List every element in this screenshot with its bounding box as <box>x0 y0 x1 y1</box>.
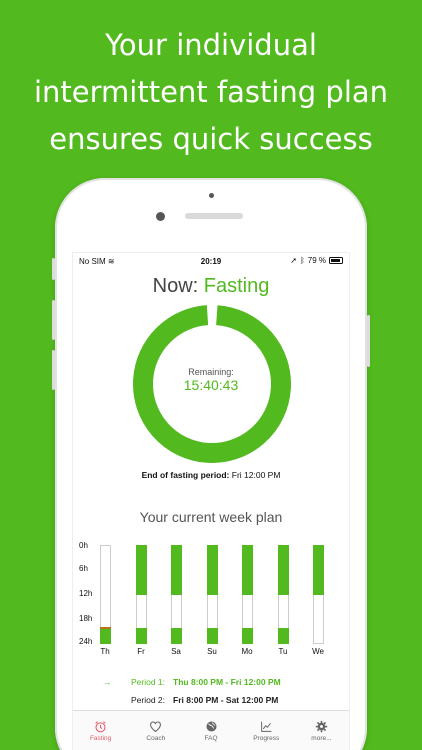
headline-line-3: ensures quick success <box>49 122 373 156</box>
remaining-time: 15:40:43 <box>183 377 239 393</box>
day-bar-tu <box>278 545 289 644</box>
phone-camera <box>209 193 214 198</box>
tab-faq[interactable]: FAQ <box>183 711 238 750</box>
y-label-18h: 18h <box>79 614 93 623</box>
fasting-segment <box>278 545 289 595</box>
day-label-fr: Fr <box>137 647 145 656</box>
fasting-segment <box>171 628 182 644</box>
location-icon: ➚ <box>290 256 297 265</box>
day-bar-su <box>207 545 218 644</box>
tab-progress-label: Progress <box>253 734 280 742</box>
phone-speaker <box>185 213 243 219</box>
battery-icon <box>329 257 343 264</box>
day-label-su: Su <box>207 647 217 656</box>
headline-line-1: Your individual <box>105 28 317 62</box>
alarm-clock-icon <box>95 720 106 732</box>
fasting-status-title: Now: Fasting <box>73 275 349 298</box>
day-bar-fr <box>136 545 147 644</box>
status-bar: No SIM ≋ 20:19 ➚ ᛒ 79 % <box>73 253 349 269</box>
y-label-6h: 6h <box>79 564 88 573</box>
tab-coach-label: Coach <box>146 734 166 742</box>
now-prefix: Now: <box>152 275 199 297</box>
phone-power-button <box>367 315 370 367</box>
fasting-segment <box>136 545 147 595</box>
fasting-segment <box>242 628 253 644</box>
app-screen: No SIM ≋ 20:19 ➚ ᛒ 79 % Now: Fasting Rem… <box>72 252 350 750</box>
period-1-label: Period 1: <box>131 677 166 687</box>
period-1-value: Thu 8:00 PM - Fri 12:00 PM <box>173 677 281 687</box>
period-2-value: Fri 8:00 PM - Sat 12:00 PM <box>173 695 279 705</box>
end-period-value: Fri 12:00 PM <box>231 470 281 480</box>
tab-fasting[interactable]: Fasting <box>73 711 128 750</box>
status-right: ➚ ᛒ 79 % <box>290 256 343 265</box>
heart-icon <box>150 721 162 732</box>
phone-volume-down <box>52 350 55 390</box>
bluetooth-icon: ᛒ <box>299 256 305 265</box>
headline: Your individual intermittent fasting pla… <box>0 22 422 163</box>
fasting-segment <box>207 628 218 644</box>
globe-icon <box>205 720 217 732</box>
tab-bar: Fasting Coach FAQ Progress more... <box>73 710 349 750</box>
tab-progress[interactable]: Progress <box>239 711 294 750</box>
fasting-segment <box>171 545 182 595</box>
tab-more[interactable]: more... <box>294 711 349 750</box>
week-plan-title: Your current week plan <box>139 509 283 525</box>
period-2-label: Period 2: <box>131 695 166 705</box>
tab-coach[interactable]: Coach <box>128 711 183 750</box>
fasting-segment <box>100 628 111 644</box>
day-label-tu: Tu <box>278 647 288 656</box>
headline-line-2: intermittent fasting plan <box>33 75 389 109</box>
day-bar-sa <box>171 545 182 644</box>
tab-faq-label: FAQ <box>204 734 218 742</box>
day-label-we: We <box>312 647 324 656</box>
now-state: Fasting <box>203 275 270 297</box>
day-bar-mo <box>242 545 253 644</box>
phone-volume-up <box>52 300 55 340</box>
day-label-sa: Sa <box>171 647 181 656</box>
remaining-label: Remaining: <box>188 367 234 377</box>
phone-mute-switch <box>52 258 55 280</box>
current-time-marker <box>100 627 111 629</box>
fasting-segment <box>136 628 147 644</box>
fasting-segment <box>242 545 253 595</box>
y-label-0h: 0h <box>79 541 88 550</box>
tab-more-label: more... <box>311 734 332 742</box>
tab-fasting-label: Fasting <box>89 734 112 742</box>
current-period-arrow-icon: → <box>103 677 112 687</box>
phone-front-sensor <box>156 212 165 221</box>
y-label-24h: 24h <box>79 637 93 646</box>
end-period-label: End of fasting period: <box>141 470 230 480</box>
end-of-period: End of fasting period: Fri 12:00 PM <box>73 470 349 480</box>
gear-icon <box>315 720 328 732</box>
fasting-segment <box>278 628 289 644</box>
y-label-12h: 12h <box>79 589 93 598</box>
battery-percent: 79 % <box>307 256 326 265</box>
fasting-segment <box>207 545 218 595</box>
day-bar-th <box>100 545 111 644</box>
fasting-segment <box>313 545 324 595</box>
chart-icon <box>260 721 272 732</box>
day-bar-we <box>313 545 324 644</box>
day-label-mo: Mo <box>241 647 253 656</box>
day-label-th: Th <box>100 647 110 656</box>
